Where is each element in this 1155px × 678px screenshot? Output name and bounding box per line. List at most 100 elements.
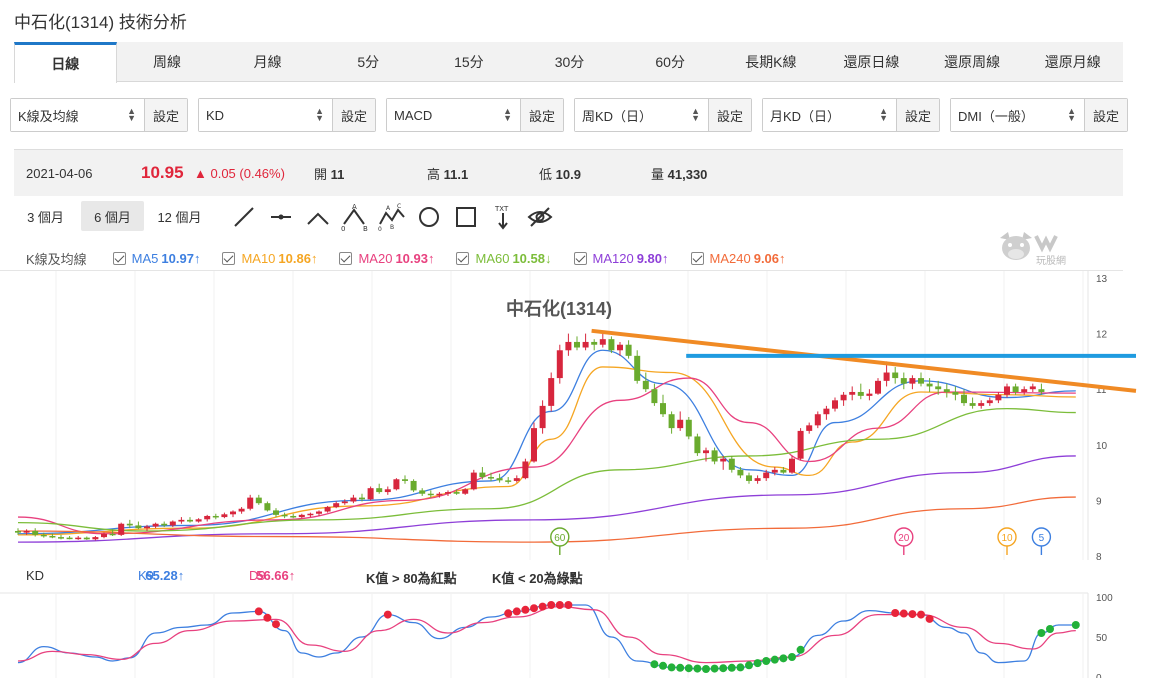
candle-body [823,408,830,415]
checkbox-icon[interactable] [222,251,236,265]
candle-body [238,508,245,512]
indicator-select[interactable]: KD ▲ ▼ [199,99,332,131]
legend-item-ma120[interactable]: MA120 9.80↑ [573,251,669,266]
settings-button[interactable]: 設定 [1084,99,1127,131]
checkbox-icon[interactable] [339,251,353,265]
legend-item-ma10[interactable]: MA10 10.86↑ [222,251,317,266]
indicator-select[interactable]: 周KD（日） ▲ ▼ [575,99,708,131]
checkbox-icon[interactable] [573,251,587,265]
kd-overbought-dot [547,601,556,609]
period-tabs: 日線 周線 月線 5分 15分 30分 60分 長期K線 還原日線 還原周線 還原月線 [14,42,1123,83]
candle-body [832,400,838,409]
candle-body [986,400,993,404]
tab-8[interactable]: 還原日線 [821,42,922,81]
settings-button[interactable]: 設定 [332,99,375,131]
line-tool-icon[interactable] [230,203,258,231]
tab-0[interactable]: 日線 [14,42,117,83]
candle-body [565,341,572,351]
candle-body [161,523,168,526]
legend-item-ma240[interactable]: MA240 9.06↑ [690,250,786,266]
tab-4[interactable]: 15分 [419,42,520,81]
y-tick-label: 12 [1096,330,1108,341]
indicator-select[interactable]: K線及均線 ▲ ▼ [11,99,144,131]
abc-pattern-icon[interactable]: A 0 B [341,203,369,231]
kd-oversold-dot [659,661,667,670]
text-tool-icon[interactable]: TXT [489,203,517,231]
candle-body [720,458,727,462]
indicator-select[interactable]: MACD ▲ ▼ [387,99,520,131]
legend-ma-name: MA5 [131,250,159,266]
candle-body [479,472,486,478]
svg-text:TXT: TXT [494,205,509,213]
indicator-select-group: K線及均線 ▲ ▼ 設定 [10,98,188,132]
candle-body [410,480,417,491]
settings-button[interactable]: 設定 [708,99,751,131]
candle-body [746,475,752,481]
candle-body [531,428,537,462]
candle-body [952,391,959,395]
segment-tool-icon[interactable] [267,203,295,231]
candle-body [814,414,821,426]
checkbox-icon[interactable] [112,251,126,265]
candle-body [617,344,623,351]
candle-body [393,479,400,490]
svg-text:0: 0 [378,226,382,231]
legend-item-ma20[interactable]: MA20 10.93↑ [339,251,434,266]
candle-body [522,461,529,479]
candle-body [754,478,761,481]
settings-button[interactable]: 設定 [896,99,939,131]
candle-body [126,523,133,526]
tab-1[interactable]: 周線 [117,42,218,81]
hide-drawings-icon[interactable] [526,203,554,231]
tab-5[interactable]: 30分 [519,42,620,81]
chart-title: 中石化(1314) [506,298,612,319]
candle-body [290,515,297,518]
tab-7[interactable]: 長期K線 [720,42,821,81]
kd-overbought-dot [263,613,272,622]
tab-3[interactable]: 5分 [318,42,419,81]
candle-body [488,477,494,479]
kd-oversold-dot [745,661,753,670]
candle-body [221,514,228,518]
candlestick-chart[interactable]: 1312111098中石化(1314)60 20 10 5 [0,270,1155,560]
candle-body [462,489,469,494]
kd-chart[interactable]: 100 50 0 [0,560,1155,678]
range-button-1[interactable]: 6 個月 [81,201,144,231]
indicator-select[interactable]: 月KD（日） ▲ ▼ [763,99,896,131]
abcd-pattern-icon[interactable]: AC 0 B [378,203,406,231]
circle-tool-icon[interactable] [415,203,443,231]
range-button-0[interactable]: 3 個月 [14,201,77,231]
candle-body [625,344,632,356]
quote-open: 開 11 [314,166,345,182]
rectangle-tool-icon[interactable] [452,203,480,231]
legend-ma-name: MA240 [709,250,751,266]
settings-button[interactable]: 設定 [520,99,563,131]
tab-10[interactable]: 還原月線 [1022,42,1123,81]
legend-item-ma60[interactable]: MA60 10.58↓ [456,251,552,266]
candle-body [660,403,666,415]
indicator-select[interactable]: DMI（一般） ▲ ▼ [951,99,1084,131]
candle-body [806,425,813,431]
range-button-2[interactable]: 12 個月 [148,201,211,231]
candle-body [333,503,340,508]
kd-y-tick-label: 100 [1096,593,1113,604]
kd-overbought-dot [538,602,547,611]
tab-6[interactable]: 60分 [620,42,721,81]
tab-9[interactable]: 還原周線 [922,42,1023,81]
indicator-select-group: 月KD（日） ▲ ▼ 設定 [762,98,940,132]
candle-body [178,519,185,522]
candle-body [556,350,563,379]
tab-2[interactable]: 月線 [217,42,318,81]
legend-ma-value: 10.93↑ [395,250,435,266]
kd-oversold-dot [702,665,710,673]
checkbox-icon[interactable] [456,251,470,265]
legend-item-ma5[interactable]: MA5 10.97↑ [112,250,200,266]
candle-body [367,488,374,500]
candle-body [247,497,254,509]
candle-body [608,339,615,351]
settings-button[interactable]: 設定 [144,99,187,131]
checkbox-icon[interactable] [690,251,704,265]
candle-body [668,414,675,429]
angle-tool-icon[interactable] [304,203,332,231]
candle-body [453,492,460,494]
